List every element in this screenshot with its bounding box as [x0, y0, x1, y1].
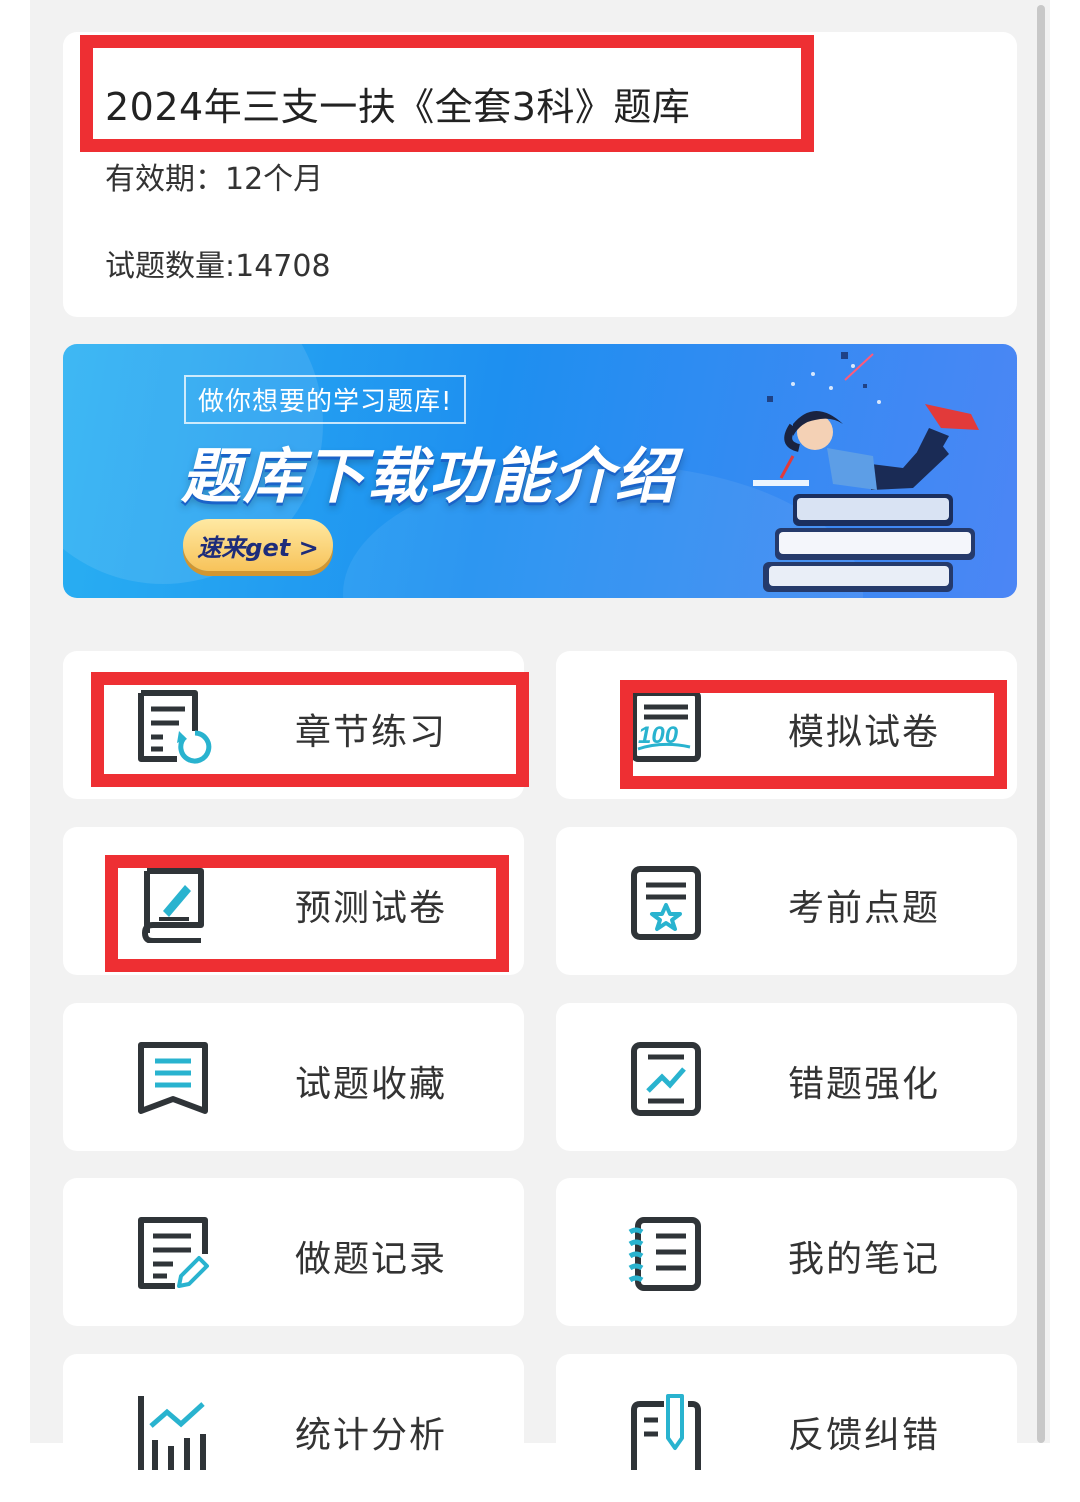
menu-tile-history[interactable]: 做题记录 [63, 1178, 524, 1326]
menu-tile-pre-exam-tips[interactable]: 考前点题 [556, 827, 1017, 975]
validity-period: 有效期：12个月 [105, 162, 324, 197]
chapter-practice-icon [133, 687, 213, 767]
pre-exam-tips-icon [626, 863, 706, 943]
menu-label: 统计分析 [295, 1415, 448, 1456]
scrollbar[interactable] [1037, 5, 1045, 1443]
menu-label: 做题记录 [295, 1239, 448, 1280]
history-icon [133, 1214, 213, 1294]
feedback-icon [626, 1390, 706, 1470]
bookmark-icon [133, 1039, 213, 1119]
menu-label: 错题强化 [788, 1064, 941, 1105]
menu-label: 反馈纠错 [788, 1415, 941, 1456]
menu-tile-mock-exam[interactable]: 100 模拟试卷 [556, 651, 1017, 799]
menu-tile-notes[interactable]: 我的笔记 [556, 1178, 1017, 1326]
menu-label: 试题收藏 [295, 1064, 448, 1105]
mock-exam-icon: 100 [626, 687, 706, 767]
menu-label: 我的笔记 [788, 1239, 941, 1280]
banner-tag: 做你想要的学习题库! [184, 375, 467, 424]
menu-tile-feedback[interactable]: 反馈纠错 [556, 1354, 1017, 1502]
wrong-answers-icon [626, 1039, 706, 1119]
question-bank-title: 2024年三支一扶《全套3科》题库 [105, 85, 691, 129]
menu-tile-prediction-exam[interactable]: 预测试卷 [63, 827, 524, 975]
banner-get-button[interactable]: 速来get > [183, 519, 333, 571]
menu-tile-chapter-practice[interactable]: 章节练习 [63, 651, 524, 799]
notebook-icon [626, 1214, 706, 1294]
question-count: 试题数量:14708 [105, 249, 331, 284]
menu-tile-statistics[interactable]: 统计分析 [63, 1354, 524, 1502]
menu-tile-wrong-answers[interactable]: 错题强化 [556, 1003, 1017, 1151]
prediction-exam-icon [133, 863, 213, 943]
promo-banner[interactable]: 做你想要的学习题库! 题库下载功能介绍 速来get > [63, 344, 1017, 598]
student-reading-illustration [753, 352, 979, 592]
menu-tile-bookmarks[interactable]: 试题收藏 [63, 1003, 524, 1151]
menu-label: 考前点题 [788, 888, 941, 929]
banner-headline: 题库下载功能介绍 [181, 442, 677, 512]
menu-label: 预测试卷 [295, 888, 448, 929]
menu-label: 模拟试卷 [788, 712, 941, 753]
statistics-icon [133, 1390, 213, 1470]
menu-label: 章节练习 [295, 712, 448, 753]
